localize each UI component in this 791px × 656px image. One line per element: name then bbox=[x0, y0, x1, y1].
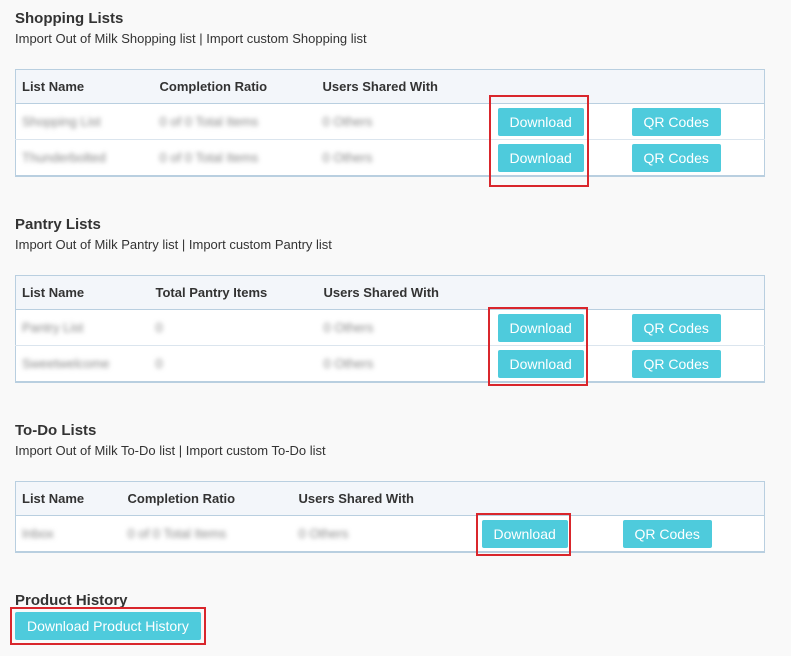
highlight-box bbox=[489, 95, 589, 187]
highlight-box bbox=[10, 607, 206, 645]
list-name[interactable]: Thunderbolted bbox=[22, 150, 106, 165]
import-out-of-milk-todo-link[interactable]: Import Out of Milk To-Do list bbox=[15, 443, 175, 458]
column-header: List Name bbox=[15, 481, 122, 516]
list-name[interactable]: Sweetwelcome bbox=[22, 356, 109, 371]
users-shared: 0 Others bbox=[323, 320, 374, 335]
completion-ratio: 0 of 0 Total Items bbox=[159, 114, 259, 129]
todo-section: To-Do Lists Import Out of Milk To-Do lis… bbox=[15, 422, 326, 458]
column-header: Completion Ratio bbox=[121, 481, 293, 516]
table-header: List Name Completion Ratio Users Shared … bbox=[15, 69, 765, 104]
column-header: List Name bbox=[15, 69, 154, 104]
pantry-import-links: Import Out of Milk Pantry list | Import … bbox=[15, 237, 332, 252]
link-separator: | bbox=[178, 237, 189, 252]
shopping-table: List Name Completion Ratio Users Shared … bbox=[15, 69, 765, 177]
column-header: Users Shared With bbox=[292, 481, 476, 516]
qr-codes-button[interactable]: QR Codes bbox=[631, 143, 721, 172]
table-header: List Name Total Pantry Items Users Share… bbox=[15, 275, 765, 310]
total-pantry-items: 0 bbox=[155, 320, 163, 335]
link-separator: | bbox=[175, 443, 186, 458]
users-shared: 0 Others bbox=[323, 356, 374, 371]
pantry-title: Pantry Lists bbox=[15, 216, 101, 233]
column-header: Users Shared With bbox=[316, 69, 492, 104]
pantry-table: List Name Total Pantry Items Users Share… bbox=[15, 275, 765, 383]
shopping-section: Shopping Lists Import Out of Milk Shoppi… bbox=[15, 10, 367, 46]
total-pantry-items: 0 bbox=[155, 356, 163, 371]
import-custom-pantry-link[interactable]: Import custom Pantry list bbox=[189, 237, 332, 252]
column-header: Completion Ratio bbox=[153, 69, 317, 104]
qr-codes-button[interactable]: QR Codes bbox=[631, 349, 721, 378]
pantry-section: Pantry Lists Import Out of Milk Pantry l… bbox=[15, 216, 332, 252]
import-custom-todo-link[interactable]: Import custom To-Do list bbox=[186, 443, 326, 458]
shopping-title: Shopping Lists bbox=[15, 10, 124, 27]
qr-codes-button[interactable]: QR Codes bbox=[631, 313, 721, 342]
column-header: Total Pantry Items bbox=[149, 275, 318, 310]
table-header: List Name Completion Ratio Users Shared … bbox=[15, 481, 765, 516]
highlight-box bbox=[488, 307, 588, 386]
users-shared: 0 Others bbox=[322, 150, 373, 165]
table-row: Inbox 0 of 0 Total Items 0 Others Downlo… bbox=[15, 515, 765, 553]
highlight-box bbox=[476, 513, 571, 556]
table-row: Sweetwelcome 0 0 Others Download QR Code… bbox=[15, 345, 765, 383]
todo-title: To-Do Lists bbox=[15, 422, 97, 439]
import-out-of-milk-shopping-link[interactable]: Import Out of Milk Shopping list bbox=[15, 31, 196, 46]
import-custom-shopping-link[interactable]: Import custom Shopping list bbox=[206, 31, 366, 46]
column-header: Users Shared With bbox=[317, 275, 492, 310]
qr-codes-button[interactable]: QR Codes bbox=[622, 519, 712, 548]
import-out-of-milk-pantry-link[interactable]: Import Out of Milk Pantry list bbox=[15, 237, 178, 252]
link-separator: | bbox=[195, 31, 207, 46]
todo-import-links: Import Out of Milk To-Do list | Import c… bbox=[15, 443, 326, 458]
table-row: Pantry List 0 0 Others Download QR Codes bbox=[15, 309, 765, 346]
list-name[interactable]: Pantry List bbox=[22, 320, 83, 335]
list-name[interactable]: Inbox bbox=[22, 526, 54, 541]
todo-table: List Name Completion Ratio Users Shared … bbox=[15, 481, 765, 553]
shopping-import-links: Import Out of Milk Shopping list | Impor… bbox=[15, 31, 367, 46]
users-shared: 0 Others bbox=[298, 526, 349, 541]
completion-ratio: 0 of 0 Total Items bbox=[127, 526, 227, 541]
table-row: Thunderbolted 0 of 0 Total Items 0 Other… bbox=[15, 139, 765, 177]
qr-codes-button[interactable]: QR Codes bbox=[631, 107, 721, 136]
list-name[interactable]: Shopping List bbox=[22, 114, 101, 129]
completion-ratio: 0 of 0 Total Items bbox=[159, 150, 259, 165]
column-header: List Name bbox=[15, 275, 150, 310]
table-row: Shopping List 0 of 0 Total Items 0 Other… bbox=[15, 103, 765, 140]
users-shared: 0 Others bbox=[322, 114, 373, 129]
